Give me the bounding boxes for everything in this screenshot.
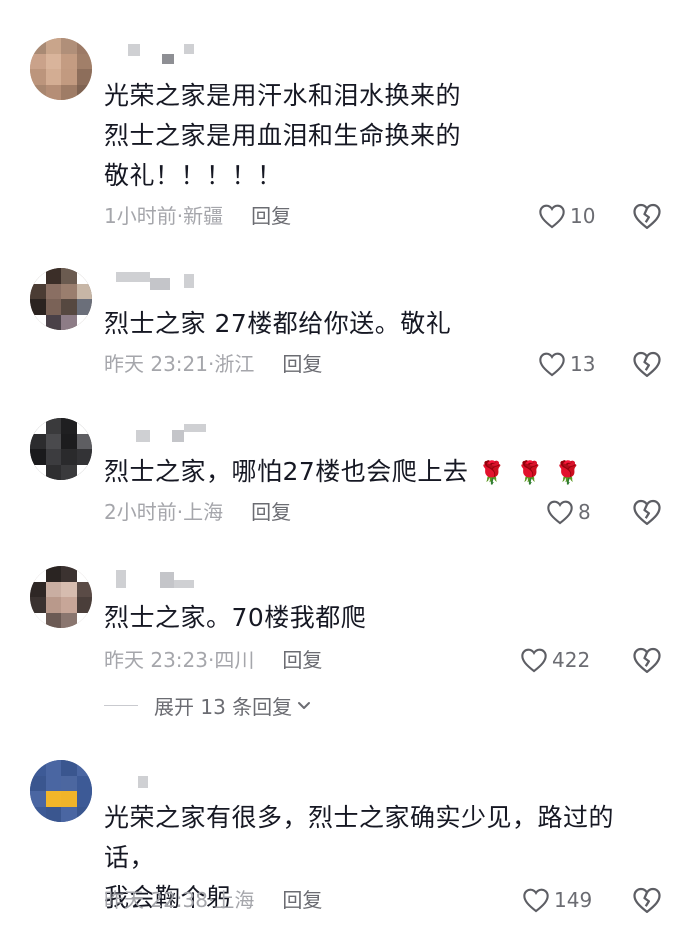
like-button[interactable]: 149	[522, 886, 592, 914]
reply-button[interactable]: 回复	[251, 204, 291, 228]
comment-time: 昨天 23:23	[104, 648, 208, 672]
comment-time: 昨天 23:21	[104, 352, 208, 376]
heart-outline-icon	[523, 888, 549, 913]
username-blurred[interactable]	[112, 776, 172, 792]
chevron-down-icon	[298, 702, 311, 709]
comment-text: 光荣之家是用汗水和泪水换来的 烈士之家是用血泪和生命换来的 敬礼！！！！！	[104, 81, 462, 190]
comment-location: 上海	[183, 500, 224, 524]
comment-location: 浙江	[214, 352, 255, 376]
username-blurred[interactable]	[112, 424, 212, 442]
comment-meta: 昨天 23:21·浙江 回复	[104, 352, 323, 376]
broken-heart-icon[interactable]	[632, 498, 662, 526]
comment-location: 四川	[214, 648, 255, 672]
comment-text: 烈士之家，哪怕27楼也会爬上去 🌹 🌹 🌹	[104, 452, 650, 494]
heart-outline-icon	[547, 500, 573, 525]
comment-meta: 2小时前·上海 回复	[104, 500, 292, 524]
heart-outline-icon	[521, 648, 547, 673]
like-count: 8	[578, 500, 591, 524]
comment-time: 昨天 22:38	[104, 888, 208, 912]
comment-time: 1小时前	[104, 204, 177, 228]
rose-emoji: 🌹	[554, 461, 583, 486]
expand-replies-label: 展开 13 条回复	[154, 694, 293, 719]
like-button[interactable]: 13	[538, 350, 595, 378]
avatar[interactable]	[30, 418, 92, 480]
avatar[interactable]	[30, 760, 92, 822]
like-count: 149	[554, 888, 593, 912]
like-button[interactable]: 422	[520, 646, 590, 674]
reply-button[interactable]: 回复	[282, 648, 322, 672]
comment-text: 烈士之家。70楼我都爬	[104, 603, 367, 632]
avatar[interactable]	[30, 566, 92, 628]
rose-emoji: 🌹	[478, 461, 507, 486]
username-blurred[interactable]	[112, 272, 202, 290]
reply-button[interactable]: 回复	[251, 500, 291, 524]
like-button[interactable]: 8	[546, 498, 591, 526]
like-count: 10	[570, 204, 596, 228]
like-count: 422	[552, 648, 591, 672]
username-blurred[interactable]	[112, 44, 202, 64]
like-button[interactable]: 10	[538, 202, 595, 230]
comment-meta: 昨天 23:23·四川 回复	[104, 648, 323, 672]
reply-button[interactable]: 回复	[282, 888, 322, 912]
rose-emoji: 🌹	[516, 461, 545, 486]
expand-replies-button[interactable]: 展开 13 条回复	[104, 690, 312, 720]
comment-location: 上海	[214, 888, 255, 912]
broken-heart-icon[interactable]	[632, 202, 662, 230]
broken-heart-icon[interactable]	[632, 350, 662, 378]
broken-heart-icon[interactable]	[632, 886, 662, 914]
like-count: 13	[570, 352, 596, 376]
username-blurred[interactable]	[112, 570, 202, 588]
comment-time: 2小时前	[104, 500, 177, 524]
comment-location: 新疆	[183, 204, 224, 228]
avatar[interactable]	[30, 268, 92, 330]
heart-outline-icon	[539, 352, 565, 377]
heart-outline-icon	[539, 204, 565, 229]
avatar[interactable]	[30, 38, 92, 100]
comment-text: 烈士之家 27楼都给你送。敬礼	[104, 309, 452, 338]
comment-meta: 1小时前·新疆 回复	[104, 204, 292, 228]
broken-heart-icon[interactable]	[632, 646, 662, 674]
divider-line	[104, 704, 138, 706]
reply-button[interactable]: 回复	[282, 352, 322, 376]
comment-meta: 昨天 22:38·上海 回复	[104, 888, 323, 912]
